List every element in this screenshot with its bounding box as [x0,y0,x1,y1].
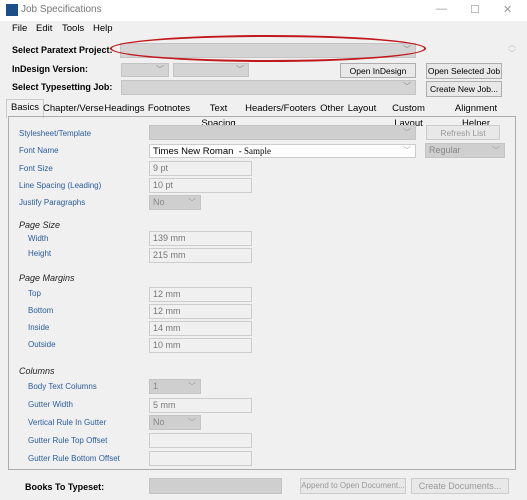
append-to-open-document-button[interactable]: Append to Open Document... [300,478,406,494]
window-title: Job Specifications [21,4,102,15]
books-to-typeset-label: Books To Typeset: [25,482,105,492]
create-new-job-button[interactable]: Create New Job... [426,81,502,97]
books-to-typeset-field[interactable] [149,478,282,494]
height-label: Height [28,249,52,258]
page-size-heading: Page Size [19,220,61,230]
font-name-select[interactable]: Times New Roman - Sample ﹀ [149,144,416,158]
refresh-list-button[interactable]: Refresh List [426,125,500,140]
chevron-down-icon: ﹀ [188,418,196,427]
indesign-version-select[interactable]: ﹀ [121,63,169,77]
inside-margin-input[interactable]: 14 mm [149,321,252,336]
inside-margin-label: Inside [28,323,50,332]
indesign-version-label: InDesign Version: [12,64,89,74]
tab-footnotes[interactable]: Footnotes [147,101,191,116]
font-style-value: Regular [429,145,461,155]
chevron-down-icon: ﹀ [403,146,411,155]
stylesheet-select[interactable]: ﹀ [149,125,416,140]
chevron-down-icon: ﹀ [403,82,411,91]
rule-bottom-offset-label: Gutter Rule Bottom Offset [28,454,120,463]
rule-bottom-offset-input[interactable] [149,451,252,466]
chevron-down-icon: ﹀ [236,65,244,74]
tab-other[interactable]: Other [317,101,347,116]
body-columns-label: Body Text Columns [28,382,97,391]
chevron-down-icon: ﹀ [156,65,164,74]
title-bar: Job Specifications — ☐ ✕ [0,0,527,21]
paratext-project-label: Select Paratext Project: [12,45,113,55]
width-input[interactable]: 139 mm [149,231,252,246]
font-size-label: Font Size [19,164,53,173]
height-input[interactable]: 215 mm [149,248,252,263]
justify-label: Justify Paragraphs [19,198,86,207]
open-indesign-button[interactable]: Open InDesign [340,63,416,78]
app-icon [6,4,18,16]
outside-margin-input[interactable]: 10 mm [149,338,252,353]
body-columns-select[interactable]: 1 ﹀ [149,379,201,394]
font-name-label: Font Name [19,146,59,155]
vertical-rule-label: Vertical Rule In Gutter [28,418,107,427]
bottom-margin-input[interactable]: 12 mm [149,304,252,319]
tab-headings[interactable]: Headings [102,101,147,116]
justify-select[interactable]: No ﹀ [149,195,201,210]
create-documents-button[interactable]: Create Documents... [411,478,509,494]
maximize-button[interactable]: ☐ [470,3,480,16]
bottom-margin-label: Bottom [28,306,54,315]
tab-chapter-verse[interactable]: Chapter/Verse [43,101,104,116]
basics-panel [8,116,516,470]
vertical-rule-select[interactable]: No ﹀ [149,415,201,430]
scroll-arrows-icon[interactable]: ︿ ﹀ [508,40,516,58]
top-margin-label: Top [28,289,41,298]
red-annotation-ellipse [110,35,426,62]
outside-margin-label: Outside [28,340,56,349]
chevron-down-icon: ﹀ [492,146,500,155]
tab-custom-layout[interactable]: Custom Layout [377,101,440,129]
typesetting-job-label: Select Typesetting Job: [12,82,113,92]
font-style-select[interactable]: Regular ﹀ [425,143,505,158]
menu-help[interactable]: Help [93,23,113,34]
rule-top-offset-input[interactable] [149,433,252,448]
rule-top-offset-label: Gutter Rule Top Offset [28,436,108,445]
gutter-width-label: Gutter Width [28,400,73,409]
body-columns-value: 1 [153,381,159,391]
typesetting-job-select[interactable]: ﹀ [121,80,416,95]
menu-edit[interactable]: Edit [36,23,52,34]
stylesheet-label: Stylesheet/Template [19,129,92,138]
tab-headers-footers[interactable]: Headers/Footers [245,101,316,116]
line-spacing-label: Line Spacing (Leading) [19,181,102,190]
tab-layout[interactable]: Layout [347,101,377,116]
width-label: Width [28,234,49,243]
open-selected-job-button[interactable]: Open Selected Job [426,63,502,79]
line-spacing-input[interactable]: 10 pt [149,178,252,193]
vertical-rule-value: No [153,417,165,427]
justify-value: No [153,197,165,207]
chevron-down-icon: ﹀ [188,198,196,207]
chevron-down-icon: ﹀ [403,128,411,137]
font-size-input[interactable]: 9 pt [149,161,252,176]
chevron-down-icon: ﹀ [188,382,196,391]
font-sample: - Sample [238,146,271,156]
gutter-width-input[interactable]: 5 mm [149,398,252,413]
menu-tools[interactable]: Tools [62,23,84,34]
font-name-value: Times New Roman [153,146,234,157]
indesign-subversion-select[interactable]: ﹀ [173,63,249,77]
top-margin-input[interactable]: 12 mm [149,287,252,302]
minimize-button[interactable]: — [436,3,447,15]
page-margins-heading: Page Margins [19,273,75,283]
columns-heading: Columns [19,366,55,376]
tab-text-spacing[interactable]: Text Spacing [192,101,245,129]
menu-file[interactable]: File [12,23,27,34]
close-button[interactable]: ✕ [503,3,512,16]
tab-alignment-helper[interactable]: Alignment Helper [441,101,511,129]
